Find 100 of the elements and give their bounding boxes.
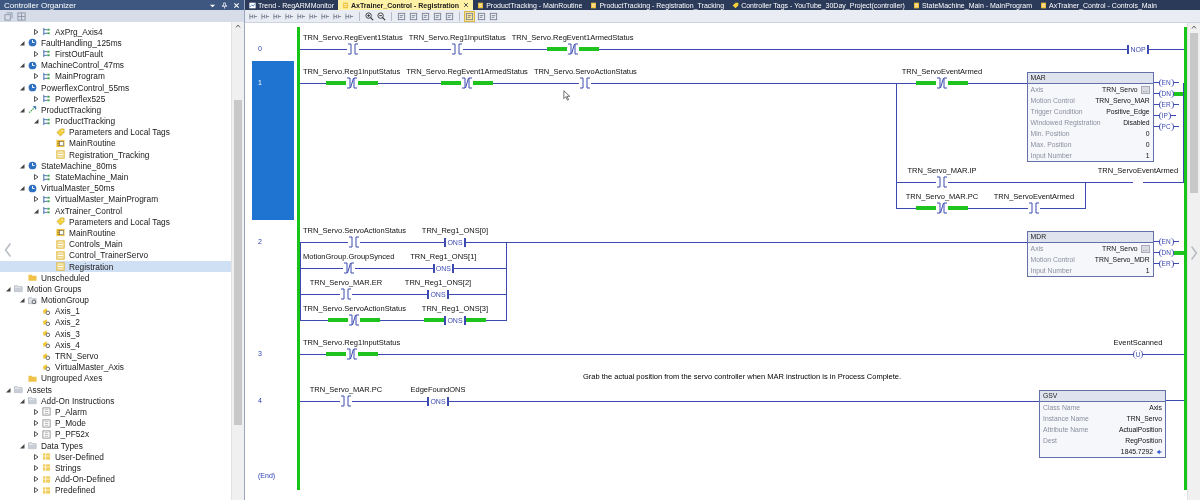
tree-item[interactable]: MainProgram — [0, 70, 231, 82]
tree-item[interactable]: FaultHandling_125ms — [0, 37, 231, 49]
expanded-arrow-icon[interactable] — [18, 105, 26, 114]
tree-item[interactable]: FirstOutFault — [0, 48, 231, 60]
tree-item[interactable]: P_PF52x — [0, 428, 231, 440]
collapsed-arrow-icon[interactable] — [32, 27, 40, 36]
tree-item[interactable]: Data Types — [0, 439, 231, 452]
expanded-arrow-icon[interactable] — [4, 284, 12, 293]
tree-item[interactable]: Registration_Tracking — [0, 149, 231, 161]
tree-item[interactable]: ProductTracking — [0, 115, 231, 127]
tree-item[interactable]: Axis_1 — [0, 305, 231, 317]
clock-icon — [28, 38, 37, 48]
tree-item[interactable]: TRN_Servo — [0, 350, 231, 362]
zoom-in-icon[interactable] — [365, 11, 374, 21]
tree-item[interactable]: Strings — [0, 462, 231, 474]
tree-item[interactable]: Ungrouped Axes — [0, 372, 231, 384]
expanded-arrow-icon[interactable] — [32, 117, 40, 126]
tree-item[interactable]: P_Alarm — [0, 406, 231, 418]
tree-item[interactable]: MachineControl_47ms — [0, 59, 231, 71]
collapsed-arrow-icon[interactable] — [32, 407, 40, 416]
expanded-arrow-icon[interactable] — [18, 396, 26, 405]
expanded-arrow-icon[interactable] — [18, 161, 26, 170]
tree-item[interactable]: Parameters and Local Tags — [0, 216, 231, 228]
tree-item[interactable]: Controls_Main — [0, 238, 231, 250]
routine-icon — [477, 1, 485, 9]
collapsed-arrow-icon[interactable] — [32, 463, 40, 472]
tree-item[interactable]: Parameters and Local Tags — [0, 126, 231, 138]
normally-open-contact[interactable] — [559, 77, 612, 89]
scrollbar[interactable] — [1187, 23, 1200, 500]
scroll-up-icon[interactable] — [234, 22, 242, 30]
collapsed-arrow-icon[interactable] — [32, 94, 40, 103]
clock-icon — [28, 183, 37, 193]
tree-item[interactable]: StateMachine_80ms — [0, 160, 231, 172]
tree-item[interactable]: MainRoutine — [0, 137, 231, 150]
normally-open-contact[interactable] — [320, 288, 372, 300]
expanded-arrow-icon[interactable] — [32, 206, 40, 215]
tree-item[interactable]: Axis_3 — [0, 328, 231, 340]
normally-closed-contact[interactable] — [916, 77, 968, 89]
expanded-arrow-icon[interactable] — [18, 38, 26, 47]
tree-item[interactable]: Registration — [0, 260, 231, 273]
tree-item[interactable]: AxPrg_Axis4 — [0, 26, 231, 38]
normally-closed-contact[interactable] — [546, 43, 599, 55]
tree-item[interactable]: P_Mode — [0, 417, 231, 429]
normally-open-contact[interactable] — [916, 176, 968, 188]
expanded-arrow-icon[interactable] — [4, 385, 12, 394]
zoom-out-icon[interactable] — [377, 11, 386, 21]
tree-item[interactable]: MainRoutine — [0, 227, 231, 239]
tree-item[interactable]: User-Defined — [0, 451, 231, 463]
collapsed-arrow-icon[interactable] — [32, 72, 40, 81]
block-icon — [42, 407, 51, 417]
normally-closed-contact[interactable] — [325, 348, 378, 360]
tree-item[interactable]: AxTrainer_Control — [0, 205, 231, 217]
scrollbar-thumb[interactable] — [1190, 33, 1198, 193]
normally-closed-contact[interactable] — [916, 202, 968, 214]
collapsed-arrow-icon[interactable] — [32, 49, 40, 58]
scrollbar-thumb[interactable] — [234, 100, 242, 425]
normally-closed-contact[interactable] — [328, 314, 381, 326]
collapsed-arrow-icon[interactable] — [32, 430, 40, 439]
collapsed-arrow-icon[interactable] — [32, 475, 40, 484]
scrollbar[interactable] — [231, 22, 244, 500]
expanded-arrow-icon[interactable] — [18, 61, 26, 70]
collapsed-arrow-icon[interactable] — [32, 452, 40, 461]
tree-item[interactable]: Powerflex525 — [0, 93, 231, 105]
gear-folder-icon — [28, 295, 37, 305]
tree-item[interactable]: Axis_4 — [0, 339, 231, 351]
tree-item[interactable]: VirtualMaster_Axis — [0, 361, 231, 373]
expanded-arrow-icon[interactable] — [18, 184, 26, 193]
expanded-arrow-icon[interactable] — [18, 83, 26, 92]
tree-item[interactable]: Assets — [0, 384, 231, 396]
normally-open-contact[interactable] — [431, 43, 484, 55]
tree-item[interactable]: VirtualMaster_50ms — [0, 182, 231, 194]
tree-item[interactable]: VirtualMaster_MainProgram — [0, 193, 231, 205]
collapsed-arrow-icon[interactable] — [32, 419, 40, 428]
normally-open-contact[interactable] — [328, 236, 381, 248]
tree-item[interactable]: ProductTracking — [0, 104, 231, 116]
tree-item[interactable]: Motion Groups — [0, 283, 231, 295]
tree-item[interactable]: PowerflexControl_55ms — [0, 81, 231, 94]
collapsed-arrow-icon[interactable] — [32, 173, 40, 182]
tree-item[interactable]: Add-On-Defined — [0, 473, 231, 485]
normally-closed-contact[interactable] — [322, 262, 375, 274]
normally-open-contact[interactable] — [320, 395, 372, 407]
scroll-up-icon[interactable] — [1190, 23, 1198, 31]
normally-closed-contact[interactable] — [441, 77, 493, 89]
normally-closed-contact[interactable] — [325, 77, 378, 89]
normally-open-contact[interactable] — [1008, 202, 1060, 214]
expanded-arrow-icon[interactable] — [18, 441, 26, 450]
tree-item[interactable]: Predefined — [0, 484, 231, 496]
tree-item[interactable]: Add-On Instructions — [0, 395, 231, 407]
collapsed-arrow-icon[interactable] — [32, 486, 40, 495]
tree-item[interactable]: StateMachine_Main — [0, 171, 231, 183]
tree-item[interactable]: Control_TrainerServo — [0, 249, 231, 261]
tree-item[interactable]: Axis_2 — [0, 316, 231, 329]
normally-open-contact[interactable] — [326, 43, 379, 55]
expanded-arrow-icon[interactable] — [18, 296, 26, 305]
pin-icon[interactable] — [221, 1, 228, 9]
tree-item[interactable]: MotionGroup — [0, 294, 231, 306]
collapsed-arrow-icon[interactable] — [32, 195, 40, 204]
routine-icon — [56, 262, 65, 272]
close-icon[interactable] — [463, 2, 470, 8]
tree-item[interactable]: Unscheduled — [0, 272, 231, 284]
